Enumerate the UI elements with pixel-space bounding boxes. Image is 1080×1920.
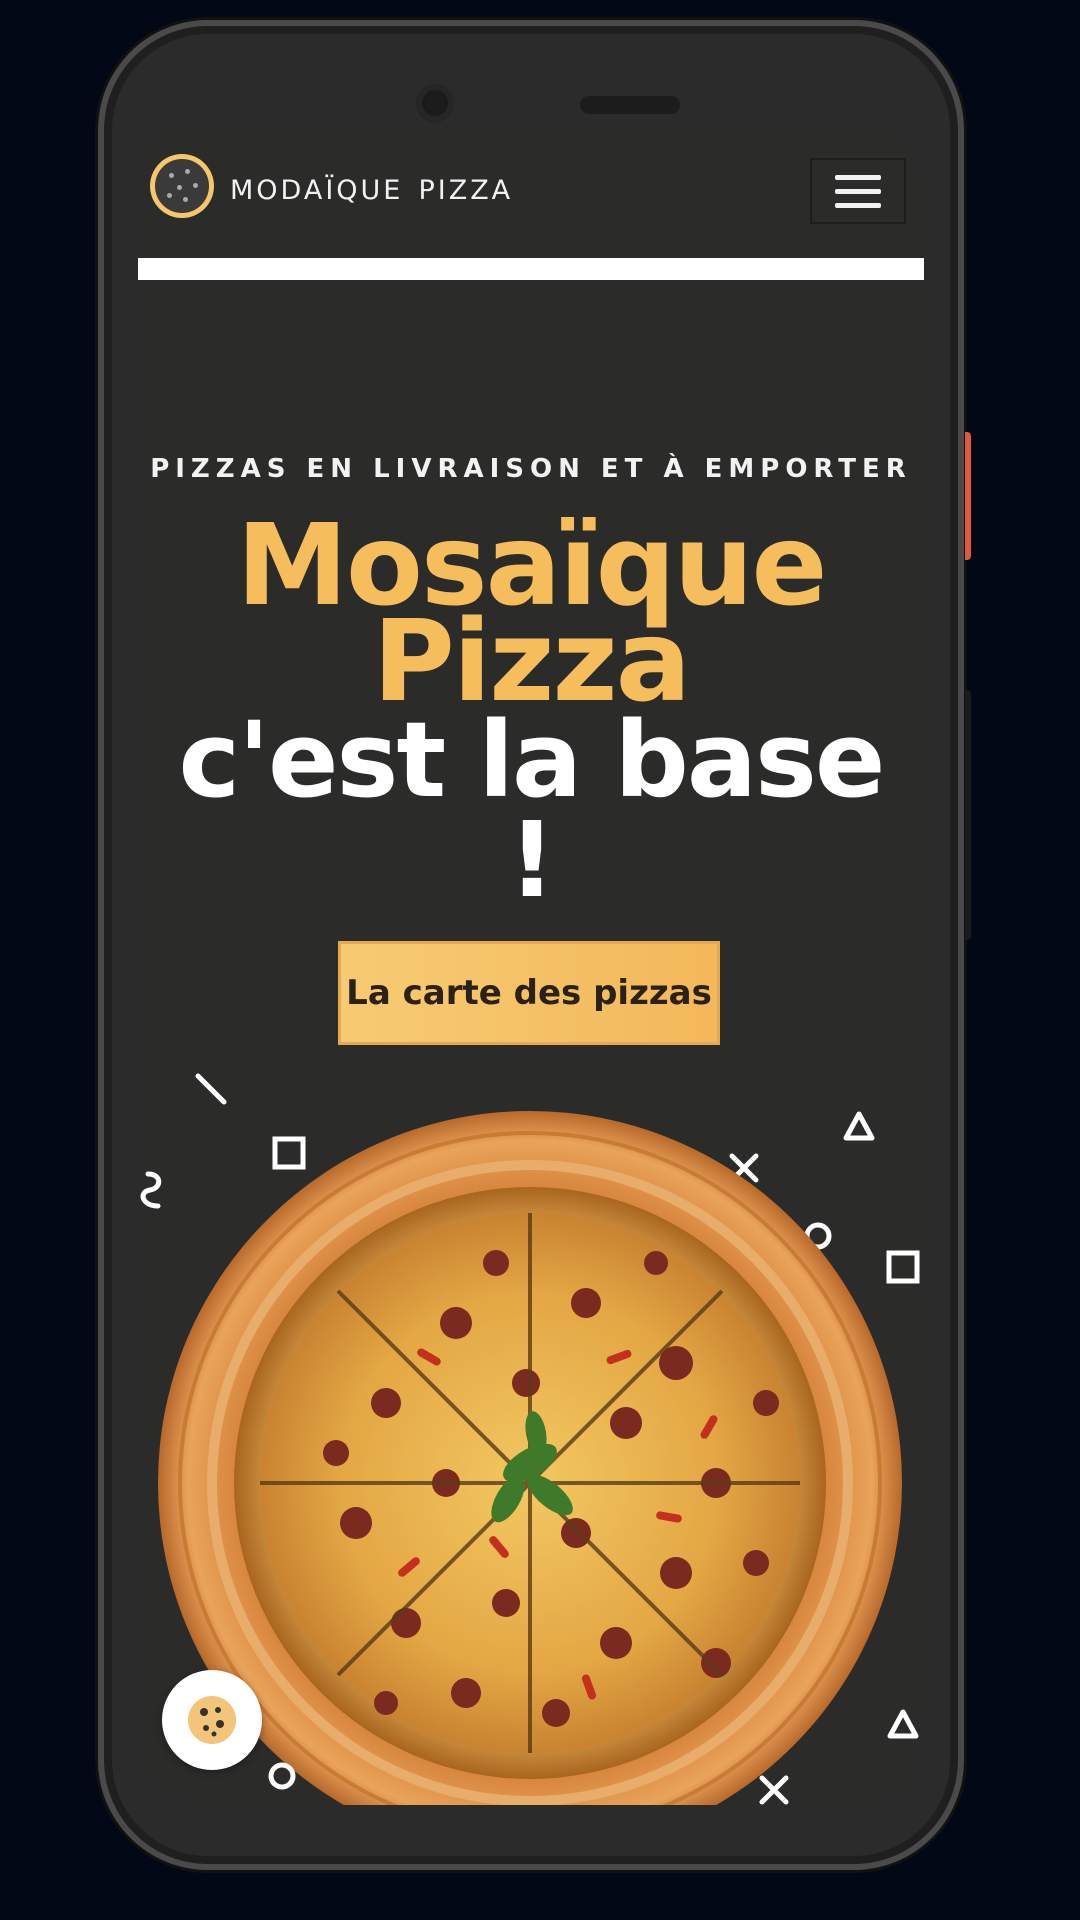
hero-kicker: PIZZAS EN LIVRAISON ET À EMPORTER (150, 454, 912, 484)
header-divider (138, 258, 924, 280)
site-header: moDaïque pizza (138, 130, 924, 280)
hero-title: Mosaïque Pizza (138, 510, 924, 718)
menu-button[interactable] (810, 158, 906, 224)
front-camera (416, 84, 454, 122)
cookie-consent-button[interactable] (162, 1670, 262, 1770)
cross-shape-icon (759, 1775, 789, 1805)
volume-button (965, 690, 971, 940)
pizza-image (158, 1111, 902, 1805)
circle-shape-icon (268, 1762, 296, 1790)
phone-screen: moDaïque pizza PIZZAS EN LIVRAISON ET À … (138, 130, 924, 1805)
hamburger-icon (835, 174, 881, 180)
brand-name[interactable]: moDaïque pizza (230, 164, 513, 208)
earpiece-speaker (580, 96, 680, 114)
pizza-logo-icon[interactable] (150, 154, 214, 218)
hero-subtitle: c'est la base ! (138, 699, 924, 921)
pizza-menu-button[interactable]: La carte des pizzas (338, 941, 720, 1045)
cookie-icon (188, 1696, 236, 1744)
hero-subtitle-line-1: c'est la base (178, 699, 886, 821)
power-button (965, 432, 971, 560)
hero-subtitle-line-2: ! (508, 799, 555, 921)
triangle-shape-icon (887, 1709, 919, 1739)
